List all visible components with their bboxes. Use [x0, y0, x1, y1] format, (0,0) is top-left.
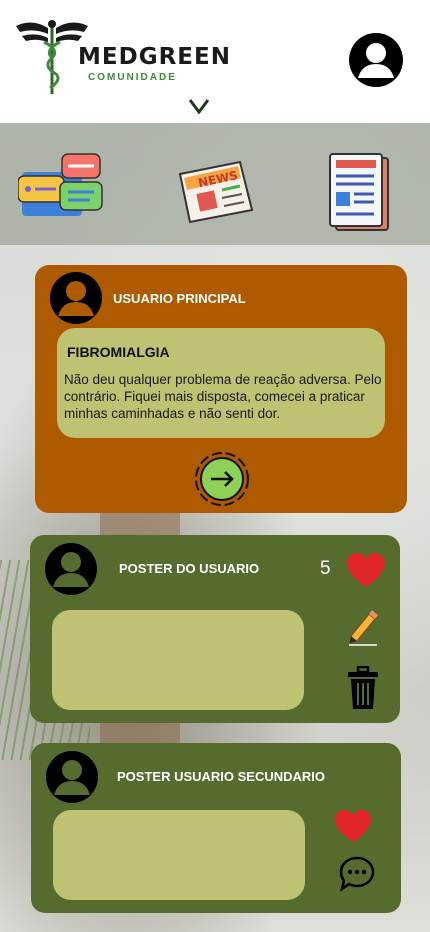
brand-logo[interactable]: MEDGREEN COMUNIDADE [12, 16, 230, 98]
comment-icon[interactable] [339, 856, 375, 892]
main-post-card: USUARIO PRINCIPAL FIBROMIALGIA Não deu q… [35, 265, 407, 513]
post-author-label: USUARIO PRINCIPAL [113, 291, 246, 306]
pencil-icon[interactable] [347, 608, 379, 646]
secondary-author-label: POSTER USUARIO SECUNDARIO [117, 769, 326, 784]
poster-content-bubble[interactable] [52, 610, 304, 710]
poster-card: POSTER DO USUARIO 5 [30, 535, 400, 723]
brand-subtitle: COMUNIDADE [88, 72, 177, 83]
user-avatar-icon[interactable] [44, 542, 98, 596]
secondary-poster-card: POSTER USUARIO SECUNDARIO [31, 743, 401, 913]
chat-bubbles-icon[interactable] [18, 152, 104, 222]
secondary-content-bubble[interactable] [53, 810, 305, 900]
heart-icon[interactable] [346, 553, 386, 589]
user-avatar-icon[interactable] [49, 271, 103, 325]
news-icon[interactable]: NEWS [174, 156, 256, 226]
post-topic: FIBROMIALGIA [67, 344, 170, 360]
like-count: 5 [320, 558, 331, 579]
post-content-bubble: FIBROMIALGIA Não deu qualquer problema d… [57, 328, 385, 438]
chevron-down-icon[interactable] [188, 98, 210, 114]
post-text: Não deu qualquer problema de reação adve… [64, 372, 382, 421]
document-icon[interactable] [328, 152, 390, 232]
app-header: MEDGREEN COMUNIDADE [0, 0, 430, 123]
user-avatar-icon[interactable] [45, 750, 99, 804]
trash-icon[interactable] [347, 666, 379, 710]
poster-author-label: POSTER DO USUARIO [119, 561, 260, 576]
user-avatar-icon[interactable] [348, 32, 404, 88]
heart-icon[interactable] [334, 810, 372, 844]
arrow-right-icon[interactable] [194, 451, 250, 507]
brand-title: MEDGREEN [78, 44, 231, 70]
